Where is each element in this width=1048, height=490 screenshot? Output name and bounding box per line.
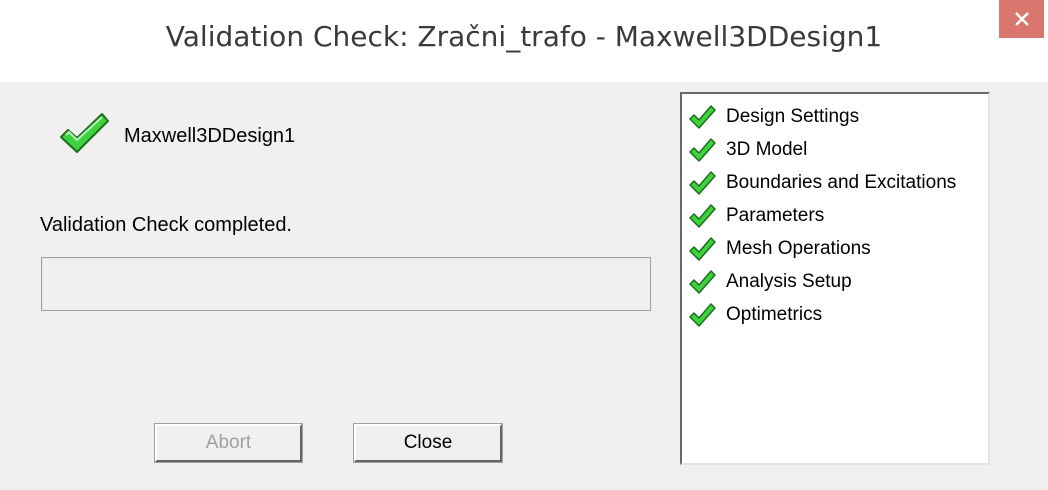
list-item: Design Settings	[688, 100, 859, 133]
check-label: 3D Model	[726, 138, 808, 160]
check-icon	[689, 302, 716, 327]
check-icon	[689, 203, 716, 228]
list-item: Boundaries and Excitations	[688, 166, 956, 199]
check-icon	[689, 170, 716, 195]
check-label: Analysis Setup	[726, 270, 852, 292]
check-label: Mesh Operations	[726, 237, 871, 259]
close-button[interactable]: Close	[353, 423, 503, 463]
check-icon	[689, 104, 716, 129]
list-item: Analysis Setup	[688, 265, 852, 298]
check-icon	[689, 269, 716, 294]
status-message: Validation Check completed.	[40, 214, 292, 236]
list-item: Parameters	[688, 199, 824, 232]
close-icon[interactable]	[999, 0, 1044, 38]
design-status: Maxwell3DDesign1	[58, 108, 295, 158]
check-icon	[689, 236, 716, 261]
check-icon	[689, 137, 716, 162]
list-item: Mesh Operations	[688, 232, 871, 265]
check-label: Parameters	[726, 204, 825, 226]
validation-checklist[interactable]: Design Settings 3D Model Boundaries and …	[680, 92, 990, 465]
title-bar: Validation Check: Zračni_trafo - Maxwell…	[0, 0, 1048, 82]
design-name: Maxwell3DDesign1	[124, 124, 296, 147]
check-label: Design Settings	[726, 105, 860, 127]
abort-button[interactable]: Abort	[154, 423, 303, 463]
check-label: Optimetrics	[726, 303, 823, 325]
list-item: Optimetrics	[688, 298, 822, 331]
list-item: 3D Model	[688, 133, 807, 166]
progress-bar	[41, 257, 651, 311]
check-label: Boundaries and Excitations	[726, 171, 957, 193]
window-title: Validation Check: Zračni_trafo - Maxwell…	[165, 20, 883, 53]
check-icon	[60, 113, 109, 153]
